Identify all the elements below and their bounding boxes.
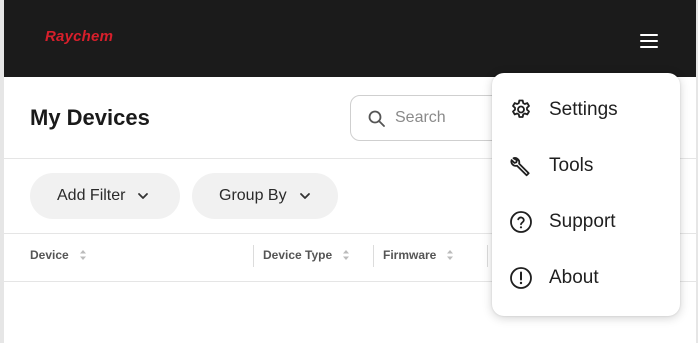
- menu-item-settings[interactable]: Settings: [492, 85, 680, 135]
- chevron-down-icon: [138, 193, 149, 199]
- menu-item-label: Tools: [549, 155, 594, 176]
- add-filter-button[interactable]: Add Filter: [30, 173, 180, 219]
- column-header-label: Device: [30, 248, 69, 262]
- chevron-down-icon: [299, 193, 310, 199]
- column-separator[interactable]: [253, 245, 254, 267]
- menu-item-about[interactable]: About: [492, 253, 680, 303]
- question-circle-icon: [508, 209, 534, 235]
- menu-item-label: About: [549, 267, 599, 288]
- group-by-button[interactable]: Group By: [192, 173, 338, 219]
- sort-icon: [447, 250, 454, 260]
- search-icon: [368, 110, 385, 127]
- column-header-device-type[interactable]: Device Type: [263, 248, 350, 262]
- gear-icon: [508, 97, 534, 123]
- top-navigation-bar: Raychem: [4, 0, 696, 77]
- page-title: My Devices: [30, 105, 150, 130]
- menu-item-label: Support: [549, 211, 616, 232]
- column-header-device[interactable]: Device: [30, 248, 87, 262]
- add-filter-label: Add Filter: [57, 187, 126, 204]
- column-separator[interactable]: [373, 245, 374, 267]
- main-menu-dropdown: Settings Tools Support About: [492, 73, 680, 316]
- column-separator[interactable]: [487, 245, 488, 267]
- hamburger-menu-icon[interactable]: [637, 31, 661, 51]
- wrench-icon: [508, 153, 534, 179]
- sort-icon: [343, 250, 350, 260]
- raychem-logo[interactable]: Raychem: [45, 28, 113, 45]
- info-circle-icon: [508, 265, 534, 291]
- column-header-firmware[interactable]: Firmware: [383, 248, 454, 262]
- menu-item-tools[interactable]: Tools: [492, 141, 680, 191]
- menu-item-label: Settings: [549, 99, 618, 120]
- menu-item-support[interactable]: Support: [492, 197, 680, 247]
- sort-icon: [79, 250, 86, 260]
- column-header-label: Device Type: [263, 248, 333, 262]
- search-input[interactable]: [395, 108, 505, 128]
- group-by-label: Group By: [219, 187, 287, 204]
- column-header-label: Firmware: [383, 248, 437, 262]
